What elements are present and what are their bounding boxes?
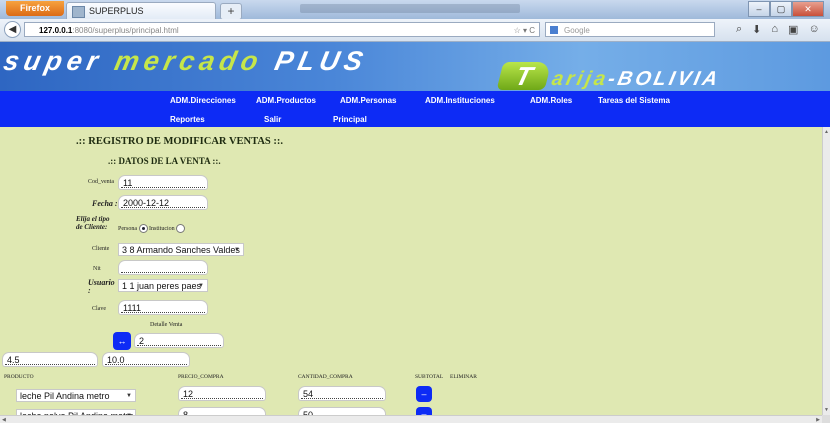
brand-word-super: super <box>0 46 106 76</box>
section-title: .:: DATOS DE LA VENTA ::. <box>108 156 221 166</box>
clave-input[interactable]: 1111 <box>118 300 208 315</box>
address-bar[interactable]: 127.0.0.1:8080/superplus/principal.html … <box>24 22 540 37</box>
detalle-venta-input[interactable]: 2 <box>134 333 224 348</box>
usuario-label: Usuario : <box>88 278 115 295</box>
search-placeholder: Google <box>564 26 590 35</box>
scroll-right-icon[interactable]: ▶ <box>816 417 820 423</box>
col-header-subtotal: SUBTOTAL <box>415 374 444 380</box>
city-name-part2: -BOLIVIA <box>605 68 723 90</box>
producto-select-row1[interactable]: leche Pil Andina metro ▼ <box>16 389 136 402</box>
col-header-producto: PRODUCTO <box>4 374 34 380</box>
minimize-button[interactable]: – <box>748 1 770 17</box>
page-title: .:: REGISTRO DE MODIFICAR VENTAS ::. <box>76 136 284 147</box>
cod-venta-input[interactable]: 11 <box>118 175 208 190</box>
menu-principal[interactable]: Principal <box>333 115 367 124</box>
site-banner: super mercado PLUS T arija-BOLIVIA <box>0 42 830 91</box>
city-name-part1: arija <box>549 68 611 90</box>
tab-title: SUPERPLUS <box>89 6 144 16</box>
vertical-scrollbar[interactable]: ▲ ▼ <box>822 127 830 415</box>
browser-tab[interactable]: SUPERPLUS <box>66 2 216 19</box>
tipo-cliente-label: Elija el tipo de Cliente: <box>76 215 110 231</box>
precio-input-row1[interactable]: 12 <box>178 386 266 401</box>
horizontal-scrollbar[interactable]: ◀ ▶ <box>0 415 822 423</box>
cod-venta-label: Cod_venta <box>88 179 114 185</box>
url-host: 127.0.0.1 <box>39 26 73 35</box>
extra-input-2[interactable]: 10.0 <box>102 352 190 367</box>
menu-adm-productos[interactable]: ADM.Productos <box>256 96 316 105</box>
url-path: :8080/superplus/principal.html <box>72 26 179 35</box>
brand-logo: super mercado PLUS <box>1 46 371 77</box>
window-titlebar: Firefox SUPERPLUS + – ▢ ✕ <box>0 0 830 20</box>
eliminar-button-row1[interactable]: – <box>416 386 432 402</box>
usuario-select-value: 1 1 juan peres paes <box>122 281 202 291</box>
menu-reportes[interactable]: Reportes <box>170 115 205 124</box>
search-box[interactable]: Google <box>545 22 715 37</box>
chevron-down-icon: ▼ <box>198 283 204 289</box>
main-menu: ADM.Direcciones ADM.Productos ADM.Person… <box>0 91 830 127</box>
nit-input[interactable] <box>118 260 208 275</box>
url-controls[interactable]: ☆ ▾ C <box>514 23 535 36</box>
home-icon[interactable]: ⌂ <box>771 23 778 36</box>
institucion-label: Institucion <box>149 225 175 232</box>
institucion-radio[interactable] <box>176 224 186 233</box>
chevron-down-icon: ▼ <box>234 247 240 253</box>
persona-label: Persona <box>118 225 137 232</box>
firefox-menu-button[interactable]: Firefox <box>6 1 64 16</box>
menu-adm-roles[interactable]: ADM.Roles <box>530 96 572 105</box>
detalle-venta-button[interactable]: ↔ <box>113 332 131 350</box>
download-icon[interactable]: ⬇ <box>752 23 761 36</box>
extra-input-1[interactable]: 4.5 <box>2 352 98 367</box>
bookmarks-icon[interactable]: ▣ <box>788 23 798 36</box>
chevron-down-icon: ▼ <box>126 393 132 399</box>
scroll-left-icon[interactable]: ◀ <box>2 417 6 423</box>
maximize-button[interactable]: ▢ <box>770 1 792 17</box>
back-button[interactable]: ◀ <box>4 21 21 38</box>
cantidad-input-row1[interactable]: 54 <box>298 386 386 401</box>
scroll-up-icon[interactable]: ▲ <box>824 129 829 135</box>
cliente-label: Cliente <box>92 246 110 252</box>
addon-icon[interactable]: ☺ <box>808 23 819 36</box>
clave-label: Clave <box>92 306 106 312</box>
usuario-select[interactable]: 1 1 juan peres paes ▼ <box>118 279 208 292</box>
col-header-precio: PRECIO_COMPRA <box>178 374 224 380</box>
cliente-select-value: 3 8 Armando Sanches Valdes <box>122 245 240 255</box>
new-tab-button[interactable]: + <box>220 3 242 20</box>
col-header-cantidad: CANTIDAD_COMPRA <box>298 374 353 380</box>
scroll-down-icon[interactable]: ▼ <box>824 407 829 413</box>
google-icon <box>550 26 558 34</box>
main-content: .:: REGISTRO DE MODIFICAR VENTAS ::. .::… <box>0 127 822 423</box>
brand-word-mercado: mercado <box>111 46 266 76</box>
window-title <box>300 4 520 13</box>
browser-tools: ⌕ ⬇ ⌂ ▣ ☺ <box>736 23 820 36</box>
city-name: arija-BOLIVIA <box>550 68 723 91</box>
tarija-logo-icon: T <box>496 61 552 91</box>
close-window-button[interactable]: ✕ <box>792 1 824 17</box>
producto-select-value: leche Pil Andina metro <box>20 391 110 401</box>
menu-adm-personas[interactable]: ADM.Personas <box>340 96 396 105</box>
cliente-select[interactable]: 3 8 Armando Sanches Valdes ▼ <box>118 243 244 256</box>
navigation-toolbar: ◀ 127.0.0.1:8080/superplus/principal.htm… <box>0 19 830 42</box>
tipo-cliente-options: Persona Institucion <box>118 224 186 233</box>
menu-salir[interactable]: Salir <box>264 115 281 124</box>
fecha-label: Fecha : <box>92 199 118 208</box>
window-controls: – ▢ ✕ <box>748 1 824 17</box>
persona-radio[interactable] <box>138 224 148 233</box>
brand-word-plus: PLUS <box>272 46 371 76</box>
page-favicon-icon <box>72 6 85 18</box>
nit-label: Nit <box>93 266 101 272</box>
col-header-eliminar: ELIMINAR <box>450 374 477 380</box>
detalle-venta-label: Detalle Venta <box>150 322 183 328</box>
scrollbar-corner <box>822 415 830 423</box>
fecha-input[interactable]: 2000-12-12 <box>118 195 208 210</box>
menu-adm-instituciones[interactable]: ADM.Instituciones <box>425 96 495 105</box>
search-icon[interactable]: ⌕ <box>736 23 742 36</box>
menu-tareas-sistema[interactable]: Tareas del Sistema <box>598 96 670 105</box>
menu-adm-direcciones[interactable]: ADM.Direcciones <box>170 96 236 105</box>
